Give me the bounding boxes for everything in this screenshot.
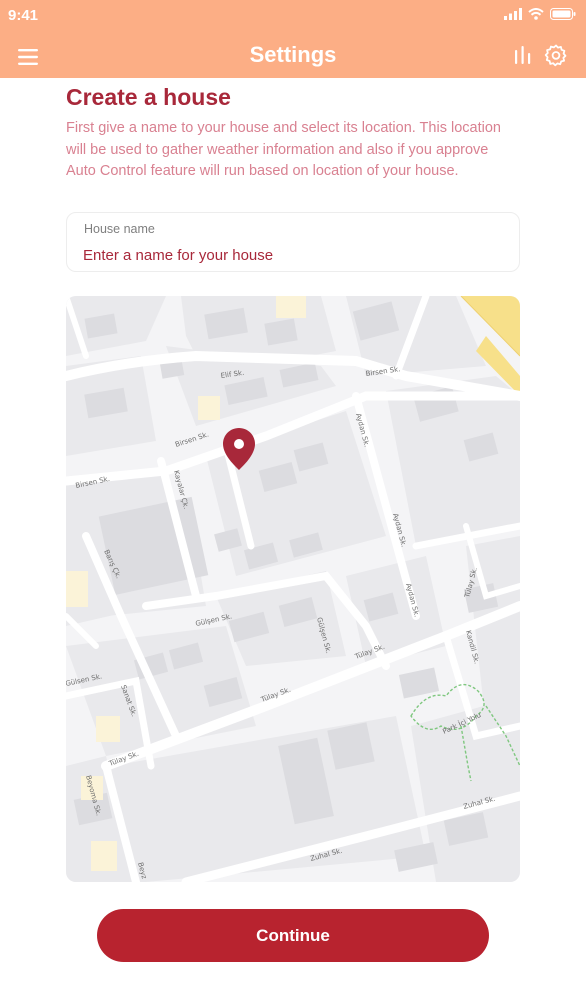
- app-header: 9:41 Settings: [0, 0, 586, 78]
- house-name-label: House name: [84, 222, 155, 236]
- house-name-field[interactable]: House name: [66, 212, 520, 272]
- signal-icon: [504, 8, 522, 20]
- battery-icon: [550, 8, 576, 20]
- wifi-icon: [528, 8, 544, 20]
- continue-button[interactable]: Continue: [97, 909, 489, 962]
- house-name-input[interactable]: [83, 243, 503, 267]
- status-icons: [504, 8, 576, 20]
- map-canvas[interactable]: Elif Sk. Birsen Sk. Birsen Sk. Birsen Sk…: [66, 296, 520, 882]
- status-time: 9:41: [8, 7, 39, 24]
- gear-icon[interactable]: [544, 43, 568, 67]
- bar-chart-icon[interactable]: [512, 44, 534, 66]
- page-title: Settings: [249, 42, 337, 67]
- section-description: First give a name to your house and sele…: [66, 120, 501, 179]
- section-heading: Create a house: [66, 84, 231, 110]
- location-map[interactable]: Elif Sk. Birsen Sk. Birsen Sk. Birsen Sk…: [66, 296, 520, 882]
